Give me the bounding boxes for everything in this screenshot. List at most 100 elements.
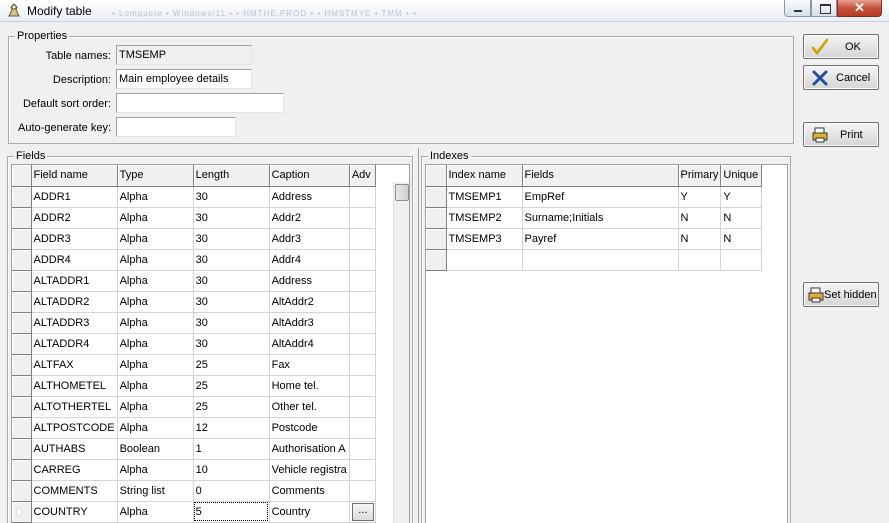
field-name-cell[interactable]: ALTADDR1 [31, 270, 118, 292]
length-cell[interactable]: 1 [193, 438, 270, 460]
panel-splitter[interactable] [413, 148, 419, 523]
length-cell[interactable]: 10 [193, 459, 270, 481]
table-row[interactable]: ALTADDR3 Alpha 30 AltAddr3 [12, 312, 376, 334]
col-type[interactable]: Type [117, 165, 194, 187]
table-row[interactable]: ADDR4 Alpha 30 Addr4 [12, 249, 376, 271]
minimize-button[interactable] [784, 0, 811, 17]
field-name-cell[interactable]: ADDR3 [31, 228, 118, 250]
row-indicator[interactable] [12, 270, 32, 292]
length-cell[interactable]: 30 [193, 291, 270, 313]
row-indicator[interactable] [426, 186, 447, 208]
length-cell[interactable]: 30 [193, 207, 270, 229]
type-cell[interactable]: Alpha [117, 270, 194, 292]
field-name-cell[interactable]: ALTADDR2 [31, 291, 118, 313]
caption-cell[interactable]: Vehicle registra [269, 459, 350, 481]
index-name-cell[interactable]: TMSEMP3 [446, 228, 523, 250]
row-indicator[interactable] [12, 291, 32, 313]
row-indicator[interactable] [12, 396, 32, 418]
advanced-ellipsis-button[interactable]: ... [351, 502, 374, 521]
field-name-cell[interactable]: COUNTRY [31, 501, 118, 523]
table-row[interactable]: ALTPOSTCODE Alpha 12 Postcode [12, 417, 376, 439]
row-indicator[interactable] [12, 228, 32, 250]
row-indicator[interactable] [426, 249, 447, 271]
adv-cell[interactable] [349, 207, 376, 229]
field-name-cell[interactable]: ALTPOSTCODE [31, 417, 118, 439]
caption-cell[interactable]: AltAddr2 [269, 291, 350, 313]
field-name-cell[interactable]: ALTOTHERTEL [31, 396, 118, 418]
row-indicator[interactable] [426, 228, 447, 250]
caption-cell[interactable]: Authorisation A [269, 438, 350, 460]
set-hidden-button[interactable]: Set hidden [803, 282, 879, 307]
length-cell[interactable]: 0 [193, 480, 270, 502]
index-name-cell[interactable]: TMSEMP1 [446, 186, 523, 208]
adv-cell[interactable] [349, 459, 376, 481]
table-row[interactable]: ALTADDR4 Alpha 30 AltAddr4 [12, 333, 376, 355]
primary-cell[interactable] [678, 249, 722, 271]
cancel-button[interactable]: Cancel [803, 65, 879, 90]
table-row[interactable]: ALTHOMETEL Alpha 25 Home tel. [12, 375, 376, 397]
caption-cell[interactable]: Address [269, 270, 350, 292]
field-name-cell[interactable]: ALTADDR3 [31, 312, 118, 334]
table-row[interactable]: ADDR3 Alpha 30 Addr3 [12, 228, 376, 250]
length-cell[interactable]: 30 [193, 186, 270, 208]
length-cell[interactable]: 30 [193, 333, 270, 355]
table-row[interactable]: CARREG Alpha 10 Vehicle registra [12, 459, 376, 481]
table-row[interactable]: COMMENTS String list 0 Comments [12, 480, 376, 502]
adv-cell[interactable] [349, 354, 376, 376]
type-cell[interactable]: Alpha [117, 312, 194, 334]
length-cell[interactable]: 30 [193, 228, 270, 250]
row-indicator[interactable] [12, 249, 32, 271]
caption-cell[interactable]: Addr4 [269, 249, 350, 271]
table-row[interactable]: ALTFAX Alpha 25 Fax [12, 354, 376, 376]
length-cell[interactable]: 30 [193, 270, 270, 292]
row-indicator[interactable] [12, 375, 32, 397]
col-length[interactable]: Length [193, 165, 270, 187]
sort-order-input[interactable] [116, 93, 284, 113]
type-cell[interactable]: Alpha [117, 354, 194, 376]
adv-cell[interactable] [349, 312, 376, 334]
col-primary[interactable]: Primary [678, 165, 722, 187]
index-fields-cell[interactable]: EmpRef [522, 186, 679, 208]
adv-cell[interactable] [349, 375, 376, 397]
field-name-cell[interactable]: ALTFAX [31, 354, 118, 376]
adv-cell[interactable] [349, 480, 376, 502]
index-fields-cell[interactable] [522, 249, 679, 271]
adv-cell[interactable]: ... [349, 501, 376, 523]
row-indicator[interactable] [12, 312, 32, 334]
field-name-cell[interactable]: ADDR1 [31, 186, 118, 208]
row-indicator[interactable] [12, 417, 32, 439]
type-cell[interactable]: Alpha [117, 228, 194, 250]
length-cell[interactable]: 5 [193, 501, 270, 523]
row-indicator[interactable] [12, 186, 32, 208]
primary-cell[interactable]: N [678, 207, 722, 229]
caption-cell[interactable]: Address [269, 186, 350, 208]
unique-cell[interactable] [720, 249, 763, 271]
type-cell[interactable]: Alpha [117, 249, 194, 271]
ok-button[interactable]: OK [803, 34, 879, 59]
primary-cell[interactable]: N [678, 228, 722, 250]
row-indicator[interactable] [12, 207, 32, 229]
type-cell[interactable]: Alpha [117, 396, 194, 418]
row-indicator[interactable] [12, 438, 32, 460]
type-cell[interactable]: Alpha [117, 291, 194, 313]
col-adv[interactable]: Adv [349, 165, 376, 187]
close-button[interactable]: ✕ [837, 0, 882, 17]
row-indicator[interactable] [12, 501, 32, 523]
type-cell[interactable]: Alpha [117, 186, 194, 208]
type-cell[interactable]: Alpha [117, 207, 194, 229]
caption-cell[interactable]: AltAddr4 [269, 333, 350, 355]
caption-cell[interactable]: Addr2 [269, 207, 350, 229]
length-cell[interactable]: 12 [193, 417, 270, 439]
col-index-name[interactable]: Index name [446, 165, 523, 187]
fields-scroll-thumb[interactable] [395, 184, 409, 201]
auto-key-input[interactable] [116, 117, 236, 137]
adv-cell[interactable] [349, 228, 376, 250]
type-cell[interactable]: Alpha [117, 333, 194, 355]
caption-cell[interactable]: Country [269, 501, 350, 523]
type-cell[interactable]: Alpha [117, 417, 194, 439]
description-input[interactable]: Main employee details [116, 69, 252, 89]
type-cell[interactable]: Alpha [117, 501, 194, 523]
length-cell[interactable]: 25 [193, 354, 270, 376]
caption-cell[interactable]: Postcode [269, 417, 350, 439]
table-row[interactable] [426, 249, 763, 271]
